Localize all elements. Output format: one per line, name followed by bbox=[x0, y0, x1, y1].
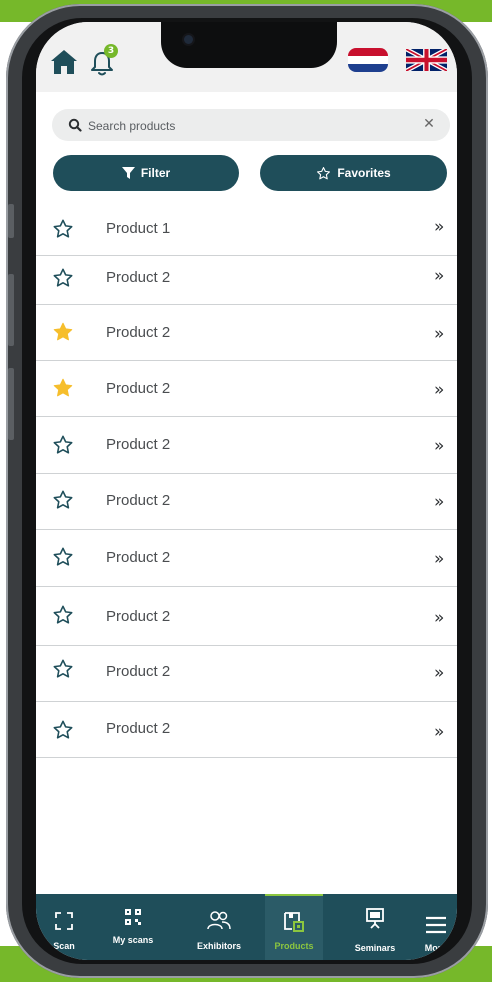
tab-label: Scan bbox=[53, 941, 75, 951]
star-outline-icon[interactable] bbox=[52, 546, 74, 568]
tab-label: More bbox=[424, 943, 447, 953]
tab-label: Products bbox=[274, 941, 314, 951]
qr-code-icon bbox=[125, 909, 141, 925]
product-box-icon bbox=[284, 912, 304, 932]
star-outline-icon[interactable] bbox=[52, 434, 74, 456]
product-name: Product 2 bbox=[106, 436, 171, 453]
notification-badge: 3 bbox=[104, 44, 118, 58]
list-item[interactable]: Product 2 » bbox=[36, 305, 457, 361]
tab-scan[interactable]: Scan bbox=[36, 894, 92, 960]
nl-flag-icon[interactable] bbox=[348, 48, 388, 72]
star-filled-icon[interactable] bbox=[52, 321, 74, 343]
presentation-icon bbox=[366, 908, 384, 929]
chevron-right-icon: » bbox=[434, 549, 445, 569]
uk-flag-icon[interactable] bbox=[406, 49, 447, 71]
tab-label: Seminars bbox=[354, 943, 396, 953]
tab-my-scans[interactable]: My scans bbox=[92, 894, 174, 960]
product-name: Product 2 bbox=[106, 663, 171, 680]
product-name: Product 2 bbox=[106, 720, 171, 737]
list-item[interactable]: Product 2 » bbox=[36, 361, 457, 417]
volume-down-button bbox=[8, 368, 14, 440]
tab-label: My scans bbox=[112, 935, 154, 945]
filter-icon bbox=[121, 167, 135, 179]
scan-icon bbox=[55, 912, 73, 930]
product-list: Product 1 » Product 2 » Product 2 » Prod… bbox=[36, 204, 457, 758]
menu-icon bbox=[425, 916, 446, 934]
favorites-label: Favorites bbox=[337, 166, 391, 180]
product-name: Product 2 bbox=[106, 269, 171, 286]
list-item[interactable]: Product 2 » bbox=[36, 417, 457, 474]
list-item[interactable]: Product 2 » bbox=[36, 530, 457, 587]
volume-up-button bbox=[8, 274, 14, 346]
people-icon bbox=[207, 911, 231, 930]
filter-button[interactable]: Filter bbox=[53, 155, 239, 191]
product-name: Product 2 bbox=[106, 324, 171, 341]
list-item[interactable]: Product 2 » bbox=[36, 646, 457, 702]
chevron-right-icon: » bbox=[434, 324, 445, 344]
star-outline-icon[interactable] bbox=[52, 218, 74, 240]
tab-more[interactable]: More bbox=[414, 894, 457, 960]
product-name: Product 2 bbox=[106, 549, 171, 566]
chevron-right-icon: » bbox=[434, 722, 445, 742]
filter-label: Filter bbox=[140, 166, 171, 180]
phone-notch bbox=[161, 22, 337, 68]
search-icon bbox=[68, 118, 82, 132]
list-item[interactable]: Product 1 » bbox=[36, 204, 457, 256]
tab-seminars[interactable]: Seminars bbox=[336, 894, 414, 960]
product-name: Product 2 bbox=[106, 608, 171, 625]
tab-products[interactable]: Products bbox=[265, 894, 323, 960]
active-tab-indicator bbox=[265, 894, 323, 896]
app-header: 3 bbox=[36, 22, 457, 92]
chevron-right-icon: » bbox=[434, 492, 445, 512]
search-bar: ✕ bbox=[52, 109, 450, 143]
star-filled-icon[interactable] bbox=[52, 377, 74, 399]
clear-icon[interactable]: ✕ bbox=[422, 117, 436, 131]
chevron-right-icon: » bbox=[434, 266, 445, 286]
list-item[interactable]: Product 2 » bbox=[36, 702, 457, 758]
tab-exhibitors[interactable]: Exhibitors bbox=[174, 894, 264, 960]
front-camera bbox=[184, 35, 193, 44]
mute-switch bbox=[8, 204, 14, 238]
product-name: Product 2 bbox=[106, 492, 171, 509]
notifications-button[interactable]: 3 bbox=[90, 44, 120, 78]
star-outline-icon bbox=[317, 166, 331, 179]
home-icon[interactable] bbox=[49, 48, 79, 76]
product-name: Product 2 bbox=[106, 380, 171, 397]
app-screen: 3 ✕ Filter bbox=[36, 22, 457, 960]
chevron-right-icon: » bbox=[434, 436, 445, 456]
chevron-right-icon: » bbox=[434, 217, 445, 237]
search-input[interactable] bbox=[86, 109, 410, 143]
list-item[interactable]: Product 2 » bbox=[36, 474, 457, 530]
product-name: Product 1 bbox=[106, 220, 171, 237]
list-item[interactable]: Product 2 » bbox=[36, 587, 457, 646]
bottom-tab-bar: Scan My scans Exhibitors Products Semina… bbox=[36, 894, 457, 960]
star-outline-icon[interactable] bbox=[52, 658, 74, 680]
chevron-right-icon: » bbox=[434, 608, 445, 628]
star-outline-icon[interactable] bbox=[52, 489, 74, 511]
star-outline-icon[interactable] bbox=[52, 604, 74, 626]
chevron-right-icon: » bbox=[434, 663, 445, 683]
list-item[interactable]: Product 2 » bbox=[36, 256, 457, 305]
chevron-right-icon: » bbox=[434, 380, 445, 400]
star-outline-icon[interactable] bbox=[52, 267, 74, 289]
favorites-button[interactable]: Favorites bbox=[260, 155, 447, 191]
tab-label: Exhibitors bbox=[196, 941, 241, 951]
star-outline-icon[interactable] bbox=[52, 719, 74, 741]
